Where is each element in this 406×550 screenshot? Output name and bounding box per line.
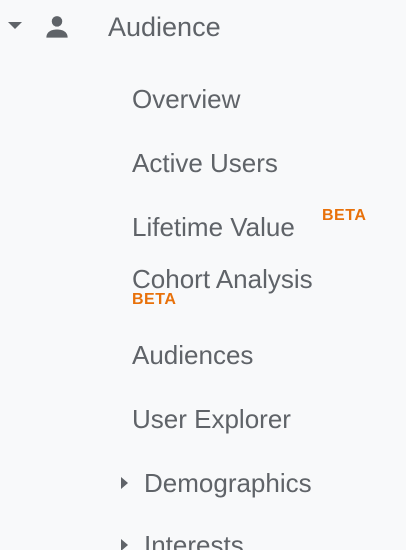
nav-item-overview[interactable]: Overview	[132, 83, 240, 115]
nav-item-audiences[interactable]: Audiences	[132, 339, 253, 371]
nav-item-cohort-analysis[interactable]: Cohort Analysis BETA	[132, 263, 313, 308]
beta-badge: BETA	[322, 207, 367, 224]
nav-item-label: Cohort Analysis	[132, 264, 313, 294]
side-navigation: Audience Overview Active Users Lifetime …	[0, 0, 406, 550]
section-title: Audience	[108, 12, 221, 42]
beta-badge: BETA	[132, 291, 177, 308]
nav-item-label: Lifetime Value	[132, 212, 295, 242]
nav-item-lifetime-value[interactable]: Lifetime Value BETA	[132, 207, 366, 243]
nav-group-label: Demographics	[144, 468, 312, 498]
caret-down-icon[interactable]	[8, 22, 22, 29]
audience-section-header[interactable]: Audience	[0, 0, 406, 54]
caret-right-icon[interactable]	[121, 539, 128, 550]
person-icon	[46, 16, 68, 38]
nav-item-active-users[interactable]: Active Users	[132, 147, 278, 179]
nav-item-user-explorer[interactable]: User Explorer	[132, 403, 291, 435]
nav-group-label: Interests	[144, 530, 244, 550]
caret-right-icon[interactable]	[121, 477, 128, 489]
